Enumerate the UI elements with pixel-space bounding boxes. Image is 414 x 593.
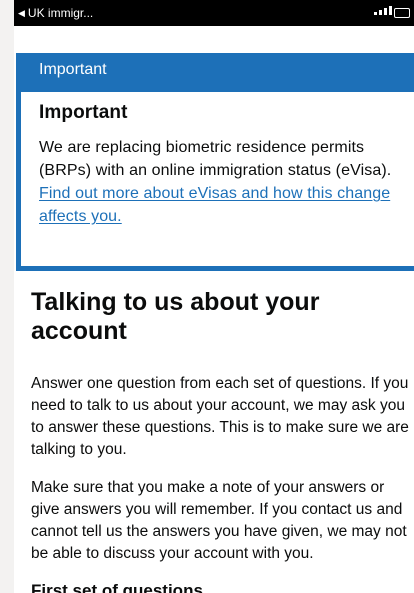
first-set-heading: First set of questions [31,581,203,593]
banner-header-label: Important [39,61,107,78]
intro-paragraph: Answer one question from each set of que… [31,375,409,458]
back-to-app-button[interactable]: ◀ UK immigr... [18,6,93,20]
evisa-info-link[interactable]: Find out more about eVisas and how this … [39,185,390,225]
banner-text-content: We are replacing biometric residence per… [39,139,392,179]
banner-heading: Important [39,102,128,123]
note-paragraph: Make sure that you make a note of your a… [31,479,407,562]
page-content: Important Important We are replacing bio… [14,26,414,593]
battery-icon [394,8,410,18]
page-title: Talking to us about your account [31,288,320,345]
banner-header: Important [21,58,414,92]
main-content: Talking to us about your account Answer … [31,288,411,593]
back-app-label: UK immigr... [27,6,94,20]
page: ◀ UK immigr... Important Important We ar… [0,0,414,593]
banner-text: We are replacing biometric residence per… [39,136,404,228]
status-bar: ◀ UK immigr... [14,0,414,26]
banner-body: Important We are replacing biometric res… [21,92,414,228]
back-arrow-icon: ◀ [18,7,25,18]
signal-icon [374,6,392,15]
important-banner: Important Important We are replacing bio… [16,53,414,271]
